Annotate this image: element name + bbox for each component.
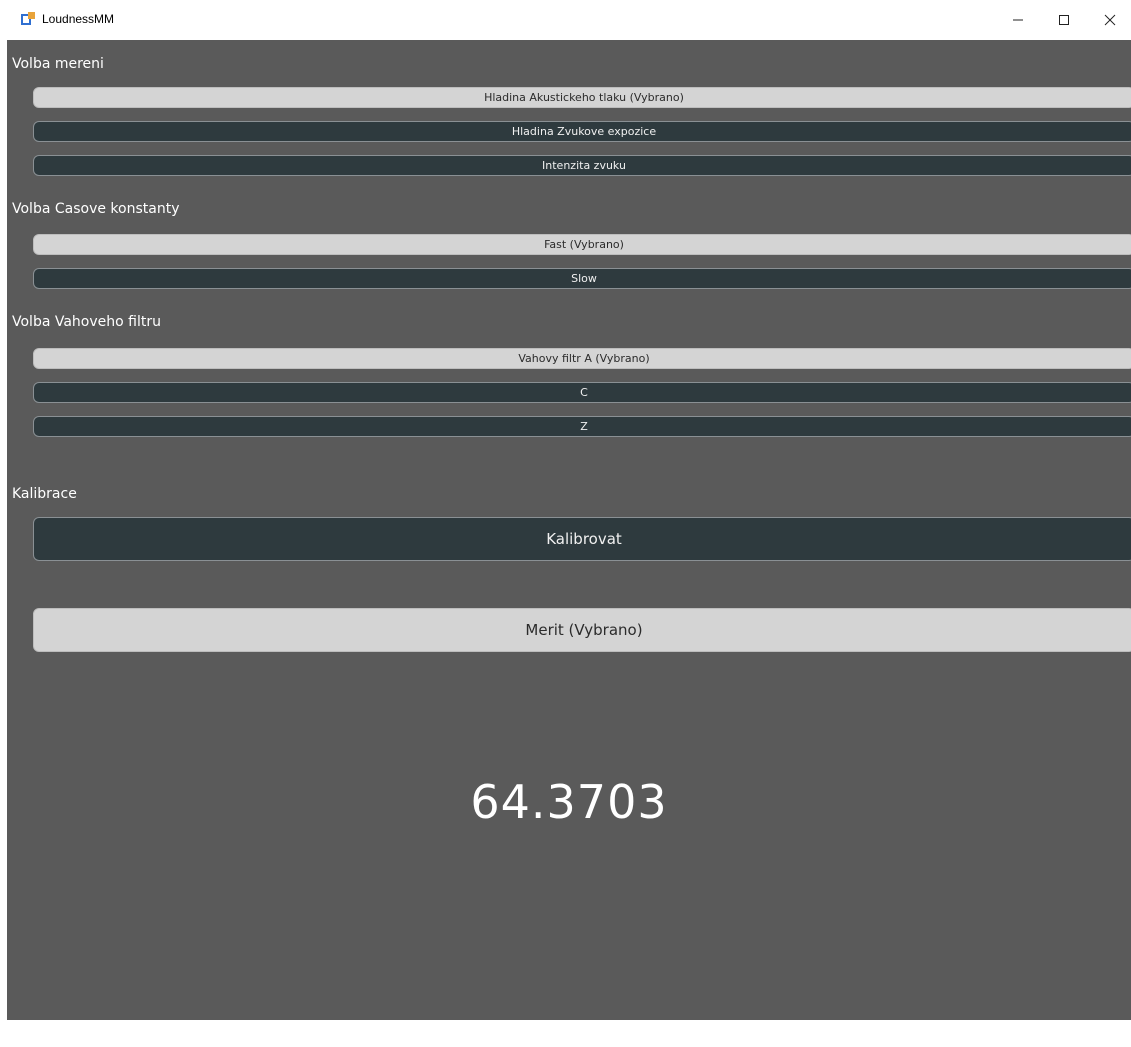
minimize-button[interactable] [995, 0, 1041, 40]
app-window: LoudnessMM Volba mereni Hladina Akustick… [7, 0, 1131, 1020]
time-constant-section-label: Volba Casove konstanty [12, 201, 180, 217]
weighting-filter-option-c[interactable]: C [33, 382, 1131, 403]
measure-button[interactable]: Merit (Vybrano) [33, 608, 1131, 652]
measurement-section-label: Volba mereni [12, 56, 104, 72]
measurement-option-sound-pressure-level[interactable]: Hladina Akustickeho tlaku (Vybrano) [33, 87, 1131, 108]
close-icon [1104, 14, 1116, 26]
minimize-icon [1013, 19, 1023, 21]
time-constant-option-fast[interactable]: Fast (Vybrano) [33, 234, 1131, 255]
title-bar: LoudnessMM [7, 0, 1131, 40]
close-button[interactable] [1087, 0, 1131, 40]
weighting-filter-option-z[interactable]: Z [33, 416, 1131, 437]
calibration-section-label: Kalibrace [12, 486, 77, 502]
app-icon [21, 12, 35, 25]
maximize-button[interactable] [1041, 0, 1087, 40]
weighting-filter-option-a[interactable]: Vahovy filtr A (Vybrano) [33, 348, 1131, 369]
loudness-reading: 64.3703 [470, 775, 668, 829]
measurement-option-sound-intensity[interactable]: Intenzita zvuku [33, 155, 1131, 176]
calibrate-button[interactable]: Kalibrovat [33, 517, 1131, 561]
weighting-filter-section-label: Volba Vahoveho filtru [12, 314, 161, 330]
measurement-option-sound-exposure-level[interactable]: Hladina Zvukove expozice [33, 121, 1131, 142]
time-constant-option-slow[interactable]: Slow [33, 268, 1131, 289]
maximize-icon [1059, 15, 1069, 25]
window-title: LoudnessMM [42, 12, 115, 26]
